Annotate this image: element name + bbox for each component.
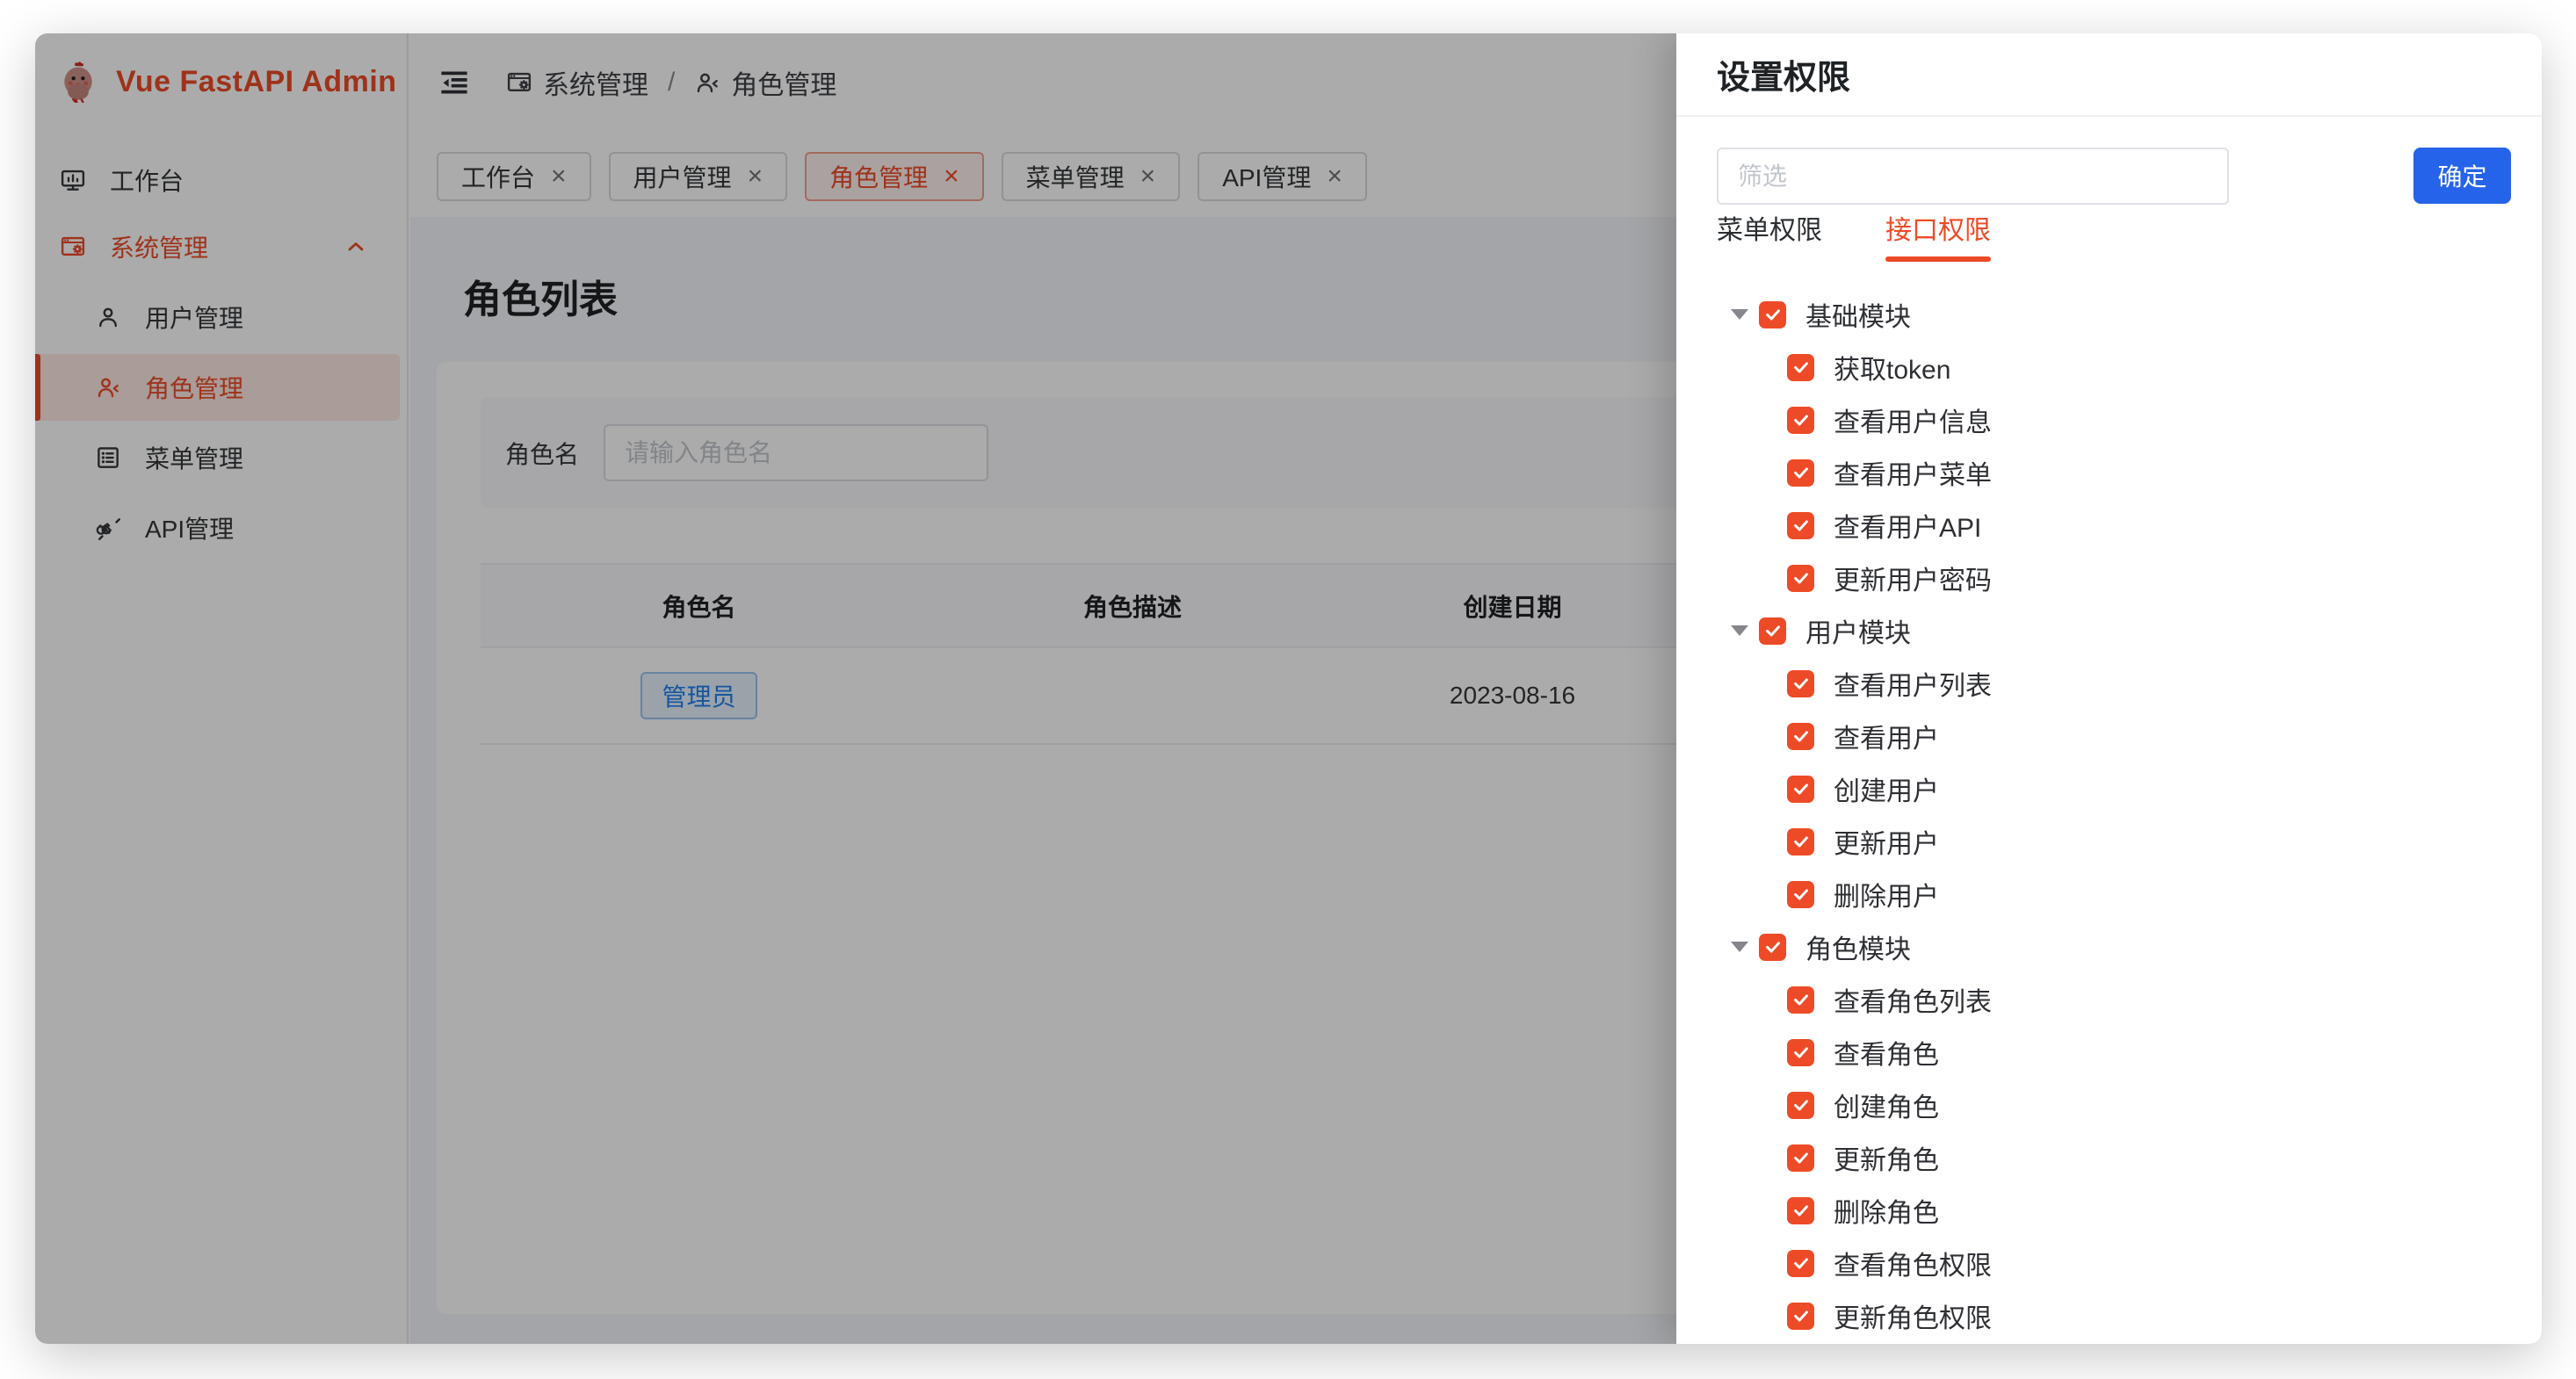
checkbox-checked-icon[interactable] [1787, 459, 1814, 487]
tree-node-查看用户菜单[interactable]: 查看用户菜单 [1676, 446, 2542, 499]
checkbox-checked-icon[interactable] [1787, 354, 1814, 381]
checkbox-checked-icon[interactable] [1787, 1250, 1814, 1277]
checkbox-checked-icon[interactable] [1787, 881, 1814, 908]
checkbox-checked-icon[interactable] [1787, 1144, 1814, 1172]
permission-tabs: 菜单权限 接口权限 [1717, 213, 1991, 262]
tree-node-查看用户[interactable]: 查看用户 [1676, 710, 2542, 762]
drawer-title: 设置权限 [1676, 33, 2542, 117]
checkbox-checked-icon[interactable] [1787, 670, 1814, 697]
permission-tab-接口权限[interactable]: 接口权限 [1885, 213, 1991, 262]
tree-node-角色模块[interactable]: 角色模块 [1676, 921, 2542, 973]
tree-node-更新用户密码[interactable]: 更新用户密码 [1676, 552, 2542, 604]
checkbox-checked-icon[interactable] [1759, 301, 1786, 329]
confirm-button[interactable]: 确定 [2413, 148, 2511, 204]
checkbox-checked-icon[interactable] [1787, 1092, 1814, 1119]
tree-node-更新角色[interactable]: 更新角色 [1676, 1131, 2542, 1184]
checkbox-checked-icon[interactable] [1787, 723, 1814, 750]
caret-down-icon[interactable] [1731, 309, 1748, 320]
tree-node-获取token[interactable]: 获取token [1676, 341, 2542, 393]
tree-node-查看角色权限[interactable]: 查看角色权限 [1676, 1237, 2542, 1289]
tree-node-查看用户列表[interactable]: 查看用户列表 [1676, 657, 2542, 710]
tree-node-查看用户API[interactable]: 查看用户API [1676, 499, 2542, 552]
permission-tree: 基础模块 获取token 查看用户信息 查看用户菜单 查看用户API 更新用户密… [1676, 288, 2542, 1342]
tree-node-查看角色[interactable]: 查看角色 [1676, 1026, 2542, 1079]
checkbox-checked-icon[interactable] [1787, 512, 1814, 539]
tree-node-用户模块[interactable]: 用户模块 [1676, 604, 2542, 657]
tree-node-创建角色[interactable]: 创建角色 [1676, 1079, 2542, 1131]
checkbox-checked-icon[interactable] [1787, 776, 1814, 803]
checkbox-checked-icon[interactable] [1787, 1197, 1814, 1224]
checkbox-checked-icon[interactable] [1787, 565, 1814, 592]
checkbox-checked-icon[interactable] [1787, 1039, 1814, 1066]
checkbox-checked-icon[interactable] [1787, 986, 1814, 1014]
set-permissions-drawer: 设置权限 确定 菜单权限 接口权限 基础模块 获取token 查看用户信息 查看用… [1676, 33, 2542, 1344]
tree-node-更新用户[interactable]: 更新用户 [1676, 815, 2542, 868]
caret-down-icon[interactable] [1731, 625, 1748, 636]
tree-node-创建用户[interactable]: 创建用户 [1676, 762, 2542, 815]
checkbox-checked-icon[interactable] [1787, 1303, 1814, 1330]
checkbox-checked-icon[interactable] [1787, 828, 1814, 856]
tree-node-查看角色列表[interactable]: 查看角色列表 [1676, 973, 2542, 1026]
tree-node-删除用户[interactable]: 删除用户 [1676, 868, 2542, 921]
tree-node-基础模块[interactable]: 基础模块 [1676, 288, 2542, 341]
tree-node-删除角色[interactable]: 删除角色 [1676, 1184, 2542, 1237]
tree-node-更新角色权限[interactable]: 更新角色权限 [1676, 1289, 2542, 1342]
tree-node-查看用户信息[interactable]: 查看用户信息 [1676, 393, 2542, 446]
caret-down-icon[interactable] [1731, 942, 1748, 952]
permission-tab-菜单权限[interactable]: 菜单权限 [1717, 213, 1822, 262]
checkbox-checked-icon[interactable] [1787, 407, 1814, 434]
checkbox-checked-icon[interactable] [1759, 934, 1786, 961]
app-window: Vue FastAPI Admin 工作台 系统管理 用户管理 角色管理 菜单管… [35, 33, 2542, 1344]
filter-input[interactable] [1717, 148, 2229, 205]
checkbox-checked-icon[interactable] [1759, 617, 1786, 645]
